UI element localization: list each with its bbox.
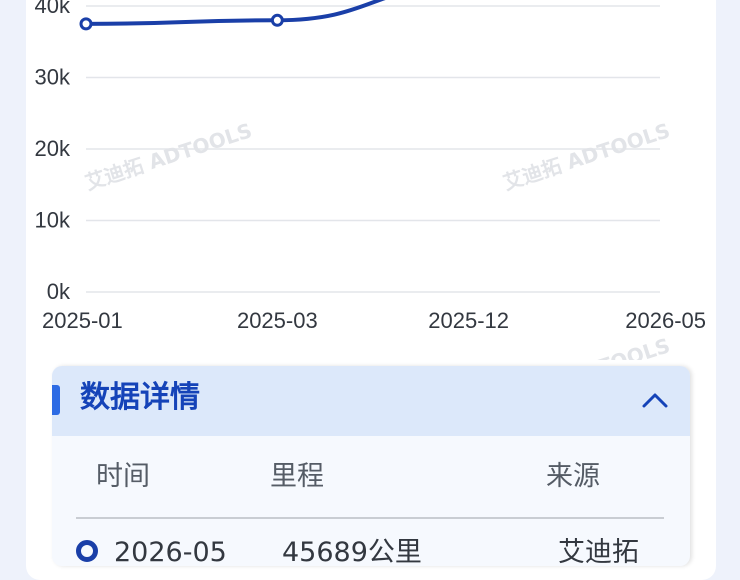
data-details-title: 数据详情: [80, 380, 200, 415]
chevron-up-icon[interactable]: [640, 388, 670, 412]
x-tick-label: 2025-12: [428, 308, 509, 333]
watermark-text: 艾迪拓 ADTOOLS: [82, 118, 255, 195]
y-tick-label: 10k: [35, 208, 71, 233]
y-tick-label: 0k: [47, 279, 71, 304]
column-header-source: 来源: [546, 461, 600, 492]
x-tick-label: 2026-05: [625, 308, 706, 333]
mileage-line-chart: 0k 10k 20k 30k 40k 2025-01 2025-03 2025-12 2026-…: [35, 0, 706, 360]
watermark-text: 艾迪拓 ADTOOLS: [500, 118, 673, 195]
series-line: [84, 0, 386, 26]
data-details-panel: 数据详情 时间 里程 来源 2026-05 45689公里 艾迪拓: [52, 366, 690, 566]
column-header-mileage: 里程: [270, 461, 324, 492]
column-header-time: 时间: [96, 461, 150, 492]
y-tick-label: 30k: [35, 65, 71, 90]
row-mileage: 45689公里: [282, 537, 422, 566]
header-divider: [76, 517, 664, 519]
x-tick-label: 2025-01: [42, 308, 123, 333]
watermark-text: 艾迪拓 ADTOOLS: [500, 333, 673, 360]
data-point: [79, 17, 93, 31]
header-accent-bar: [52, 385, 60, 415]
x-tick-label: 2025-03: [237, 308, 318, 333]
y-tick-label: 40k: [35, 0, 71, 18]
row-time: 2026-05: [114, 537, 227, 566]
timeline-dot-icon: [76, 540, 98, 562]
data-details-header[interactable]: 数据详情: [52, 366, 690, 436]
row-source: 艾迪拓: [558, 537, 639, 566]
y-tick-label: 20k: [35, 136, 71, 161]
data-point: [270, 13, 284, 27]
